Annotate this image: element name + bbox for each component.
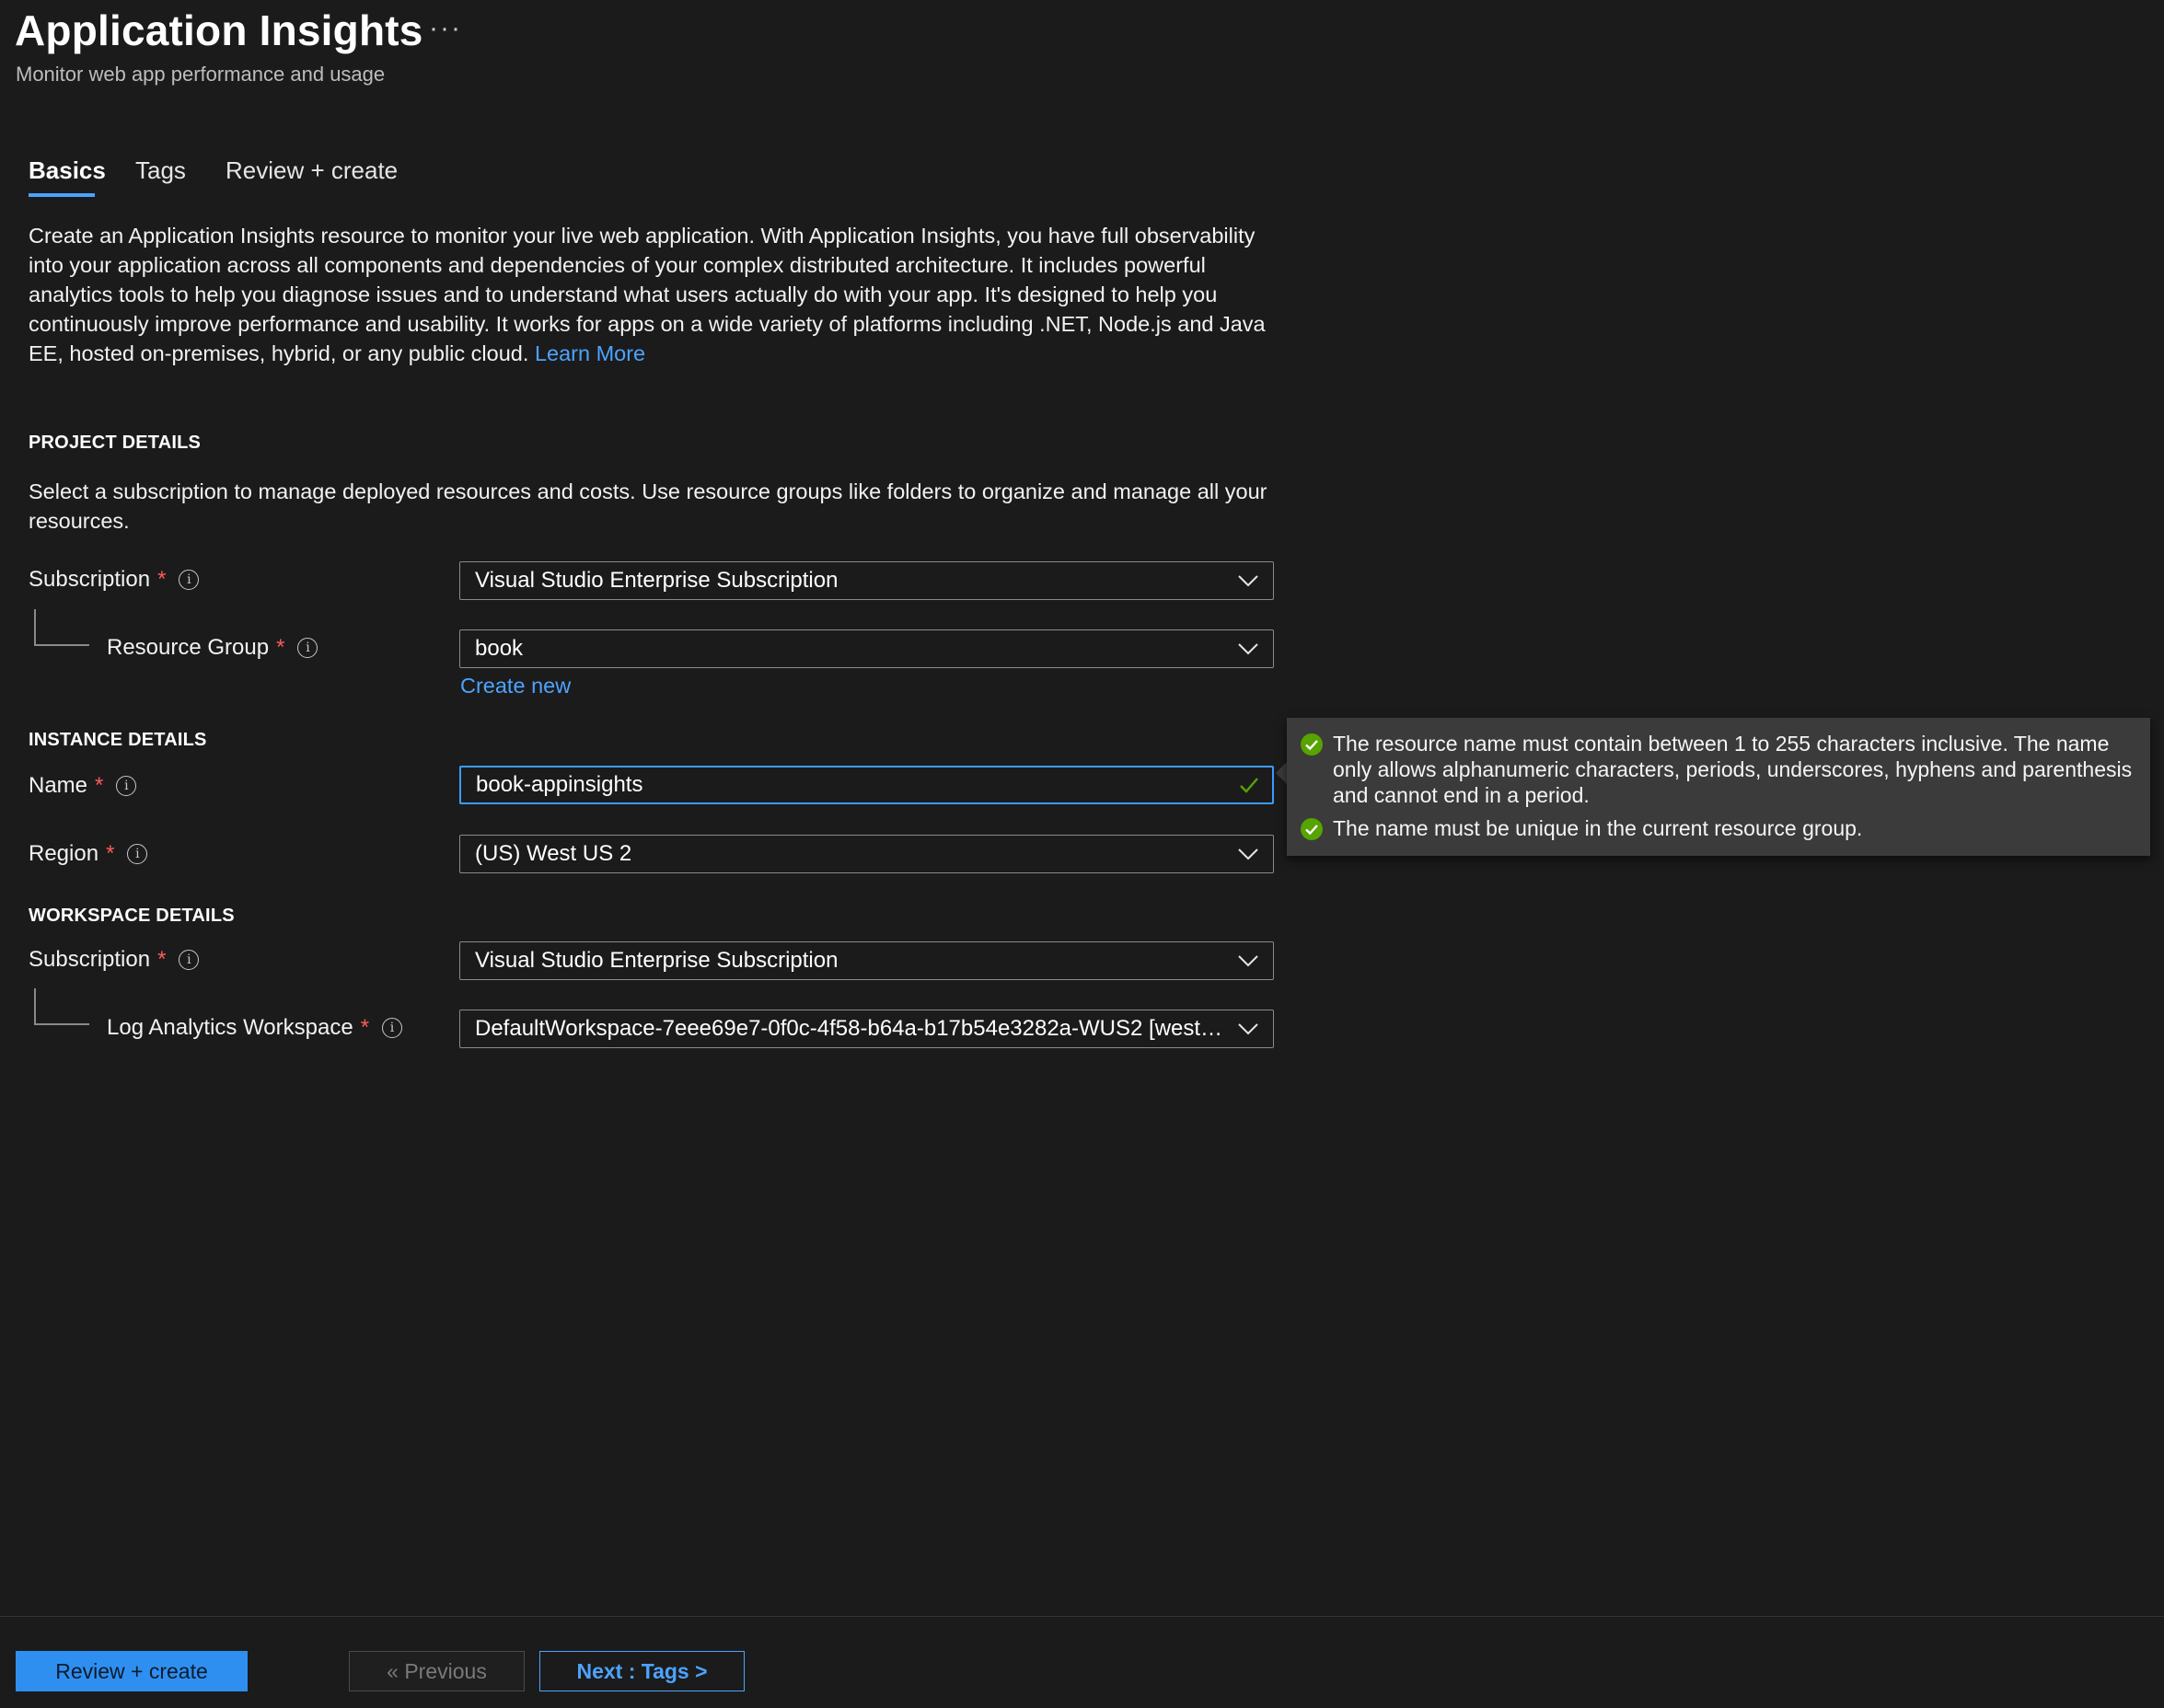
validation-rule-text: The name must be unique in the current r… [1333, 816, 1863, 840]
required-marker: * [157, 947, 167, 972]
info-icon[interactable]: i [116, 776, 137, 796]
required-marker: * [95, 773, 104, 798]
review-create-button[interactable]: Review + create [16, 1651, 248, 1691]
chevron-down-icon [1238, 643, 1258, 655]
tab-basics[interactable]: Basics [29, 156, 106, 185]
project-details-description: Select a subscription to manage deployed… [29, 479, 1267, 533]
tree-connector [34, 1023, 89, 1025]
more-options-icon[interactable]: ··· [429, 13, 462, 44]
subscription-select[interactable]: Visual Studio Enterprise Subscription [459, 561, 1274, 600]
active-tab-indicator [29, 193, 95, 197]
workspace-details-heading: WORKSPACE DETAILS [29, 906, 235, 926]
region-label-text: Region [29, 841, 99, 866]
info-icon[interactable]: i [179, 570, 200, 590]
required-marker: * [106, 841, 115, 866]
log-analytics-workspace-select[interactable]: DefaultWorkspace-7eee69e7-0f0c-4f58-b64a… [459, 1010, 1274, 1048]
validation-rule-text: The resource name must contain between 1… [1333, 732, 2133, 807]
region-select-value: (US) West US 2 [475, 841, 632, 866]
name-label: Name * i [29, 773, 137, 799]
validation-rule: The resource name must contain between 1… [1300, 731, 2137, 808]
chevron-down-icon [1238, 955, 1258, 967]
resource-group-select-value: book [475, 636, 524, 661]
project-details-heading: PROJECT DETAILS [29, 433, 202, 453]
success-check-icon [1301, 818, 1323, 840]
page-title: Application Insights [15, 6, 423, 54]
subscription-label: Subscription * i [29, 567, 200, 593]
previous-button[interactable]: « Previous [349, 1651, 525, 1691]
region-select[interactable]: (US) West US 2 [459, 835, 1274, 873]
required-marker: * [360, 1015, 370, 1040]
region-label: Region * i [29, 841, 148, 867]
workspace-subscription-label-text: Subscription [29, 947, 151, 972]
name-input[interactable]: book-appinsights [459, 766, 1274, 804]
success-check-icon [1301, 733, 1323, 756]
log-analytics-workspace-select-value: DefaultWorkspace-7eee69e7-0f0c-4f58-b64a… [475, 1016, 1236, 1041]
chevron-down-icon [1238, 575, 1258, 587]
subscription-label-text: Subscription [29, 567, 151, 592]
validation-rule: The name must be unique in the current r… [1300, 815, 2137, 841]
instance-details-heading: INSTANCE DETAILS [29, 730, 207, 750]
learn-more-link[interactable]: Learn More [535, 341, 645, 365]
workspace-subscription-select-value: Visual Studio Enterprise Subscription [475, 948, 839, 973]
info-icon[interactable]: i [179, 950, 200, 970]
info-icon[interactable]: i [127, 844, 148, 864]
tree-connector [34, 609, 36, 646]
workspace-subscription-label: Subscription * i [29, 947, 200, 973]
required-marker: * [276, 635, 285, 660]
chevron-down-icon [1238, 848, 1258, 860]
checkmark-icon [1240, 778, 1258, 793]
resource-group-label: Resource Group * i [107, 635, 318, 661]
workspace-subscription-select[interactable]: Visual Studio Enterprise Subscription [459, 941, 1274, 980]
log-analytics-workspace-label: Log Analytics Workspace * i [107, 1015, 403, 1041]
info-icon[interactable]: i [382, 1018, 403, 1038]
create-new-link[interactable]: Create new [460, 674, 571, 698]
resource-group-label-text: Resource Group [107, 635, 270, 660]
intro-text: Create an Application Insights resource … [29, 224, 1266, 365]
name-validation-tooltip: The resource name must contain between 1… [1287, 718, 2150, 856]
intro-description: Create an Application Insights resource … [29, 221, 1271, 368]
tab-tags[interactable]: Tags [135, 156, 186, 185]
required-marker: * [157, 567, 167, 592]
page-subtitle: Monitor web app performance and usage [16, 63, 386, 86]
subscription-select-value: Visual Studio Enterprise Subscription [475, 568, 839, 593]
footer-divider [0, 1616, 2164, 1617]
next-tags-button[interactable]: Next : Tags > [539, 1651, 745, 1691]
tab-review-create[interactable]: Review + create [226, 156, 398, 185]
resource-group-select[interactable]: book [459, 629, 1274, 668]
chevron-down-icon [1238, 1023, 1258, 1035]
info-icon[interactable]: i [297, 638, 318, 658]
tree-connector [34, 644, 89, 646]
name-input-value: book-appinsights [476, 772, 643, 797]
log-analytics-workspace-label-text: Log Analytics Workspace [107, 1015, 353, 1040]
tree-connector [34, 988, 36, 1025]
name-label-text: Name [29, 773, 88, 798]
